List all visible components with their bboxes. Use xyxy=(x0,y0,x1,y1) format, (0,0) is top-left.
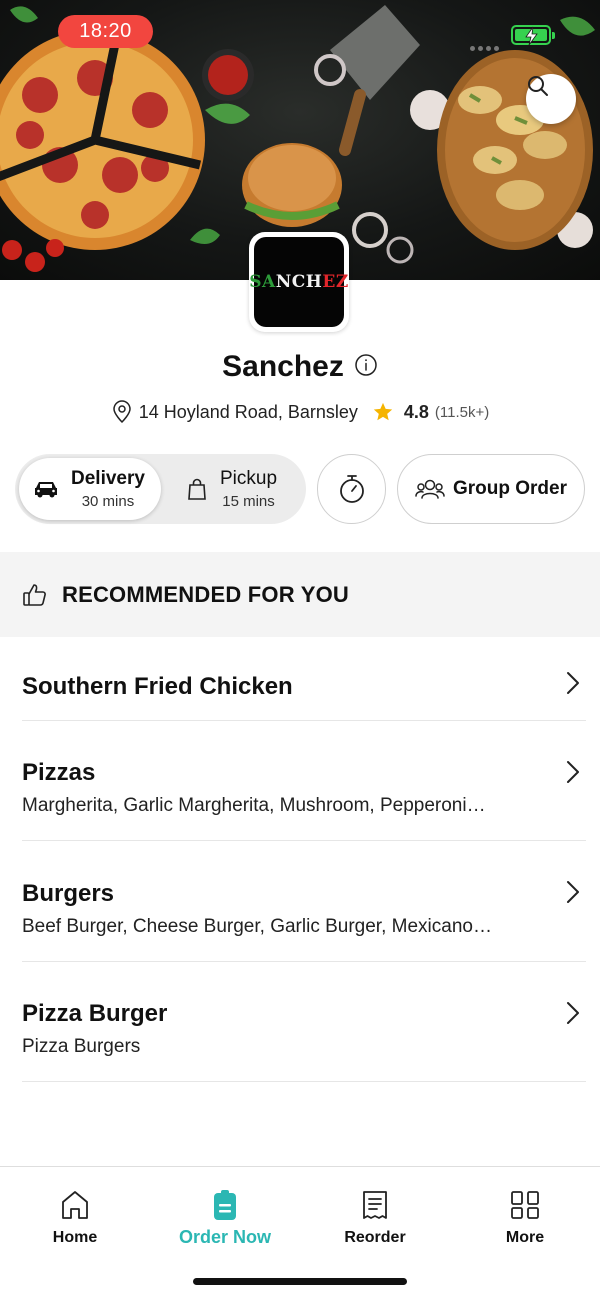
recommended-title: RECOMMENDED FOR YOU xyxy=(62,581,349,607)
order-now-icon xyxy=(214,1190,236,1220)
group-order-label: Group Order xyxy=(452,478,567,499)
store-header: Sanchez xyxy=(0,350,600,384)
signal-icon xyxy=(470,38,504,51)
group-icon xyxy=(415,479,445,499)
store-info-button[interactable] xyxy=(354,353,378,382)
nav-more[interactable]: More xyxy=(450,1189,600,1247)
category-item-southern-fried-chicken[interactable]: Southern Fried Chicken xyxy=(22,637,586,721)
category-item-pizzas[interactable]: Pizzas Margherita, Garlic Margherita, Mu… xyxy=(22,721,586,841)
group-order-button[interactable]: Group Order xyxy=(397,454,585,524)
schedule-time-button[interactable] xyxy=(317,454,386,524)
chevron-right-icon xyxy=(567,672,579,694)
nav-reorder[interactable]: Reorder xyxy=(300,1189,450,1247)
nav-home-label: Home xyxy=(52,1229,98,1246)
thumbs-up-icon xyxy=(23,583,46,606)
delivery-time: 30 mins xyxy=(81,493,135,510)
location-pin-icon xyxy=(112,400,131,424)
search-button[interactable] xyxy=(526,74,576,124)
search-icon xyxy=(528,76,548,96)
reorder-receipt-icon xyxy=(363,1191,387,1219)
category-item-pizza-burger[interactable]: Pizza Burger Pizza Burgers xyxy=(22,962,586,1082)
home-icon xyxy=(62,1191,88,1219)
category-name: Southern Fried Chicken xyxy=(22,673,293,700)
store-address: 14 Hoyland Road, Barnsley xyxy=(138,401,358,422)
battery-icon xyxy=(511,25,555,46)
nav-order-now-label: Order Now xyxy=(178,1227,271,1247)
info-icon xyxy=(355,353,377,376)
category-name: Burgers xyxy=(22,880,115,907)
star-icon xyxy=(373,402,393,421)
delivery-label: Delivery xyxy=(71,468,145,489)
timer-icon xyxy=(339,475,364,503)
category-description: Pizza Burgers xyxy=(22,1036,141,1057)
store-address-row: 14 Hoyland Road, Barnsley 4.8 (11.5k+) xyxy=(0,400,600,424)
category-description: Margherita, Garlic Margherita, Mushroom,… xyxy=(22,795,486,816)
shopping-bag-icon xyxy=(188,478,206,500)
status-time: 18:20 xyxy=(58,15,153,48)
store-logo: SA NCH EZ xyxy=(249,232,349,332)
pickup-time: 15 mins xyxy=(222,493,275,510)
chevron-right-icon xyxy=(567,761,579,783)
chevron-right-icon xyxy=(567,1002,579,1024)
delivery-option[interactable]: Delivery 30 mins xyxy=(19,458,161,520)
category-item-burgers[interactable]: Burgers Beef Burger, Cheese Burger, Garl… xyxy=(22,841,586,962)
chevron-right-icon xyxy=(567,881,579,903)
home-indicator xyxy=(193,1278,407,1285)
nav-home[interactable]: Home xyxy=(0,1189,150,1247)
nav-reorder-label: Reorder xyxy=(344,1229,406,1246)
pickup-option[interactable]: Pickup 15 mins xyxy=(180,458,302,520)
store-name: Sanchez xyxy=(222,350,344,383)
category-description: Beef Burger, Cheese Burger, Garlic Burge… xyxy=(22,916,492,937)
category-list: Southern Fried Chicken Pizzas Margherita… xyxy=(22,637,586,1082)
category-name: Pizza Burger xyxy=(22,1000,168,1027)
order-mode-toggle: Delivery 30 mins Pickup 15 mins xyxy=(15,454,306,524)
category-name: Pizzas xyxy=(22,759,96,786)
more-grid-icon xyxy=(511,1191,539,1219)
pickup-label: Pickup xyxy=(220,468,278,489)
nav-more-label: More xyxy=(505,1229,545,1246)
store-rating-count: (11.5k+) xyxy=(434,403,490,421)
store-rating: 4.8 xyxy=(403,401,429,422)
recommended-section-header: RECOMMENDED FOR YOU xyxy=(0,552,600,637)
nav-order-now[interactable]: Order Now xyxy=(150,1189,300,1248)
car-icon xyxy=(35,482,57,498)
